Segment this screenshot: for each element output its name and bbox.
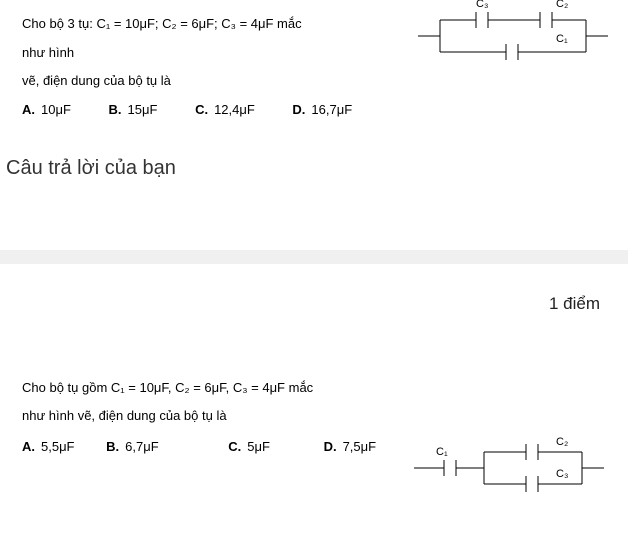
q1-line1: Cho bộ 3 tụ: C₁ = 10μF; C₂ = 6μF; C₃ = 4… — [22, 16, 302, 60]
c2-label: C₂ — [556, 0, 568, 10]
points-label: 1 điểm — [0, 264, 628, 324]
circuit1-svg — [418, 6, 608, 66]
answer-prompt[interactable]: Câu trả lời của bạn — [0, 127, 628, 190]
c1-label: C₁ — [556, 33, 568, 45]
q1-option-c[interactable]: C.12,4μF — [195, 102, 261, 117]
q2-line1: Cho bộ tụ gồm C₁ = 10μF, C₂ = 6μF, C₃ = … — [22, 380, 313, 395]
circuit-diagram-1: C₃ C₂ C₁ — [418, 6, 608, 66]
q2-option-b[interactable]: B.6,7μF — [106, 439, 165, 454]
c1-label-2: C₁ — [436, 446, 448, 458]
q2-option-a[interactable]: A.5,5μF — [22, 439, 81, 454]
c3-label-2: C₃ — [556, 468, 568, 480]
q1-option-a[interactable]: A.10μF — [22, 102, 77, 117]
circuit-diagram-2: C₁ C₂ C₃ — [414, 440, 604, 496]
section-divider — [0, 250, 628, 264]
q2-option-c[interactable]: C.5μF — [228, 439, 276, 454]
q1-option-d[interactable]: D.16,7μF — [292, 102, 358, 117]
q1-option-b[interactable]: B.15μF — [109, 102, 164, 117]
q1-text: Cho bộ 3 tụ: C₁ = 10μF; C₂ = 6μF; C₃ = 4… — [22, 10, 322, 96]
q1-options: A.10μF B.15μF C.12,4μF D.16,7μF — [22, 102, 606, 117]
c3-label: C₃ — [476, 0, 488, 10]
q2-option-d[interactable]: D.7,5μF — [324, 439, 383, 454]
q2-line2: như hình vẽ, điện dung của bộ tụ là — [22, 408, 227, 423]
c2-label-2: C₂ — [556, 436, 568, 448]
q1-line2: vẽ, điện dung của bộ tụ là — [22, 73, 171, 88]
q2-text: Cho bộ tụ gồm C₁ = 10μF, C₂ = 6μF, C₃ = … — [22, 374, 322, 431]
